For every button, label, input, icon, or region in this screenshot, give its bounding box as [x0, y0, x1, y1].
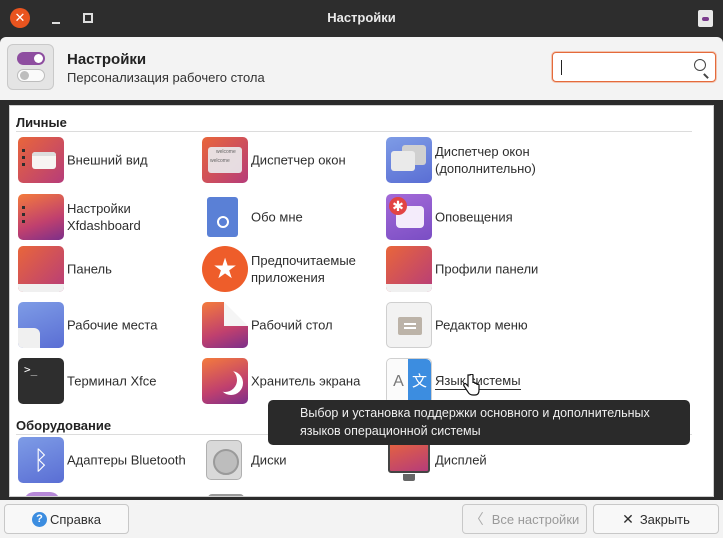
bluetooth-icon: ᛒ: [18, 437, 64, 483]
item-label: Адаптеры Bluetooth: [67, 452, 186, 468]
disks-icon: [202, 437, 248, 483]
chevron-left-icon: 〈: [469, 511, 484, 527]
item-label: Редактор меню: [435, 317, 528, 333]
window-manager-icon: welcome welcome: [202, 137, 248, 183]
item-label: Терминал Xfce: [67, 373, 157, 389]
item-label: Оповещения: [435, 209, 513, 225]
moon-icon: [202, 358, 248, 404]
header-subtitle: Персонализация рабочего стола: [67, 70, 265, 85]
item-label: Предпочитаемые приложения: [251, 253, 356, 285]
tooltip: Выбор и установка поддержки основного и …: [268, 400, 690, 445]
language-icon: A文: [386, 358, 432, 405]
item-label: Панель: [67, 261, 112, 277]
search-icon[interactable]: [694, 59, 706, 71]
header-title: Настройки: [67, 51, 147, 68]
terminal-icon: >_: [18, 358, 64, 404]
app-menu-icon[interactable]: [698, 10, 713, 27]
item-about-me[interactable]: Обо мне: [202, 194, 377, 240]
item-label: Обо мне: [251, 209, 303, 225]
section-personal: Личные: [16, 115, 67, 130]
partial-item-icon: [24, 492, 60, 496]
help-button[interactable]: ? Справка: [4, 504, 129, 534]
item-window-manager[interactable]: welcome welcome Диспетчер окон: [202, 137, 377, 183]
item-appearance[interactable]: Внешний вид: [18, 137, 193, 183]
item-preferred-applications[interactable]: ★ Предпочитаемые приложения: [202, 242, 382, 296]
help-label: Справка: [50, 511, 101, 527]
item-panel-profiles[interactable]: Профили панели: [386, 246, 686, 292]
hand-cursor-icon: [463, 374, 480, 396]
item-window-manager-tweaks[interactable]: Диспетчер окон (дополнительно): [386, 133, 686, 187]
window-manager-tweaks-icon: [386, 137, 432, 183]
all-settings-button[interactable]: 〈 Все настройки: [462, 504, 587, 534]
about-me-icon: [202, 194, 248, 240]
item-menu-editor[interactable]: Редактор меню: [386, 302, 686, 348]
item-notifications[interactable]: ✱ Оповещения: [386, 194, 686, 240]
item-xfdashboard[interactable]: Настройки Xfdashboard: [18, 190, 193, 244]
section-divider: [16, 131, 692, 132]
window-title: Настройки: [327, 10, 396, 25]
item-desktop[interactable]: Рабочий стол: [202, 302, 377, 348]
item-label: Настройки Xfdashboard: [67, 201, 141, 233]
item-label: Диски: [251, 452, 287, 468]
item-label: Диспетчер окон (дополнительно): [435, 144, 536, 176]
appearance-icon: [18, 137, 64, 183]
item-label: Дисплей: [435, 452, 487, 468]
item-language[interactable]: A文 Язык системы: [386, 358, 686, 405]
wm-preview-text: welcome: [216, 149, 236, 155]
settings-app-icon: [7, 44, 54, 90]
help-icon: ?: [32, 511, 47, 527]
item-bluetooth[interactable]: ᛒ Адаптеры Bluetooth: [18, 437, 193, 483]
section-hardware: Оборудование: [16, 418, 112, 433]
item-workspaces[interactable]: Рабочие места: [18, 302, 193, 348]
text-caret: [561, 60, 562, 75]
star-icon: ★: [202, 246, 248, 292]
panel-profiles-icon: [386, 246, 432, 292]
item-label: Внешний вид: [67, 152, 148, 168]
footer: ? Справка 〈 Все настройки ✕ Закрыть: [0, 500, 723, 538]
item-label: Рабочий стол: [251, 317, 333, 333]
item-terminal[interactable]: >_ Терминал Xfce: [18, 358, 193, 404]
item-label: Профили панели: [435, 261, 539, 277]
partial-item-icon: [208, 494, 244, 496]
wm-preview-text-2: welcome: [210, 158, 230, 164]
item-panel[interactable]: Панель: [18, 246, 193, 292]
title-bar: ✕ Настройки: [0, 0, 723, 37]
xfdashboard-icon: [18, 194, 64, 240]
desktop-icon: [202, 302, 248, 348]
close-label: Закрыть: [639, 511, 690, 527]
search-input[interactable]: [552, 52, 716, 82]
workspaces-icon: [18, 302, 64, 348]
header: Настройки Персонализация рабочего стола: [0, 37, 723, 100]
item-label: Рабочие места: [67, 317, 158, 333]
panel-icon: [18, 246, 64, 292]
all-settings-label: Все настройки: [491, 511, 580, 527]
item-label: Диспетчер окон: [251, 152, 346, 168]
item-screensaver[interactable]: Хранитель экрана: [202, 358, 377, 404]
notifications-icon: ✱: [386, 194, 432, 240]
menu-editor-icon: [386, 302, 432, 348]
close-button[interactable]: ✕ Закрыть: [593, 504, 719, 534]
close-icon: ✕: [622, 510, 634, 527]
item-label: Хранитель экрана: [251, 373, 361, 389]
